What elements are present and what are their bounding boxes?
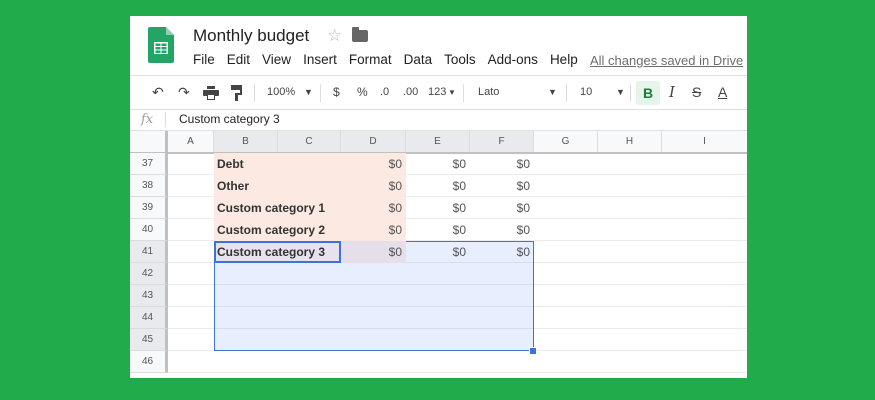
menu-help[interactable]: Help — [550, 52, 578, 67]
more-formats-button[interactable]: 123 — [428, 76, 446, 109]
amount-cell[interactable]: $0 — [406, 175, 470, 197]
text-color-button[interactable]: A — [718, 76, 727, 109]
font-dropdown-icon[interactable]: ▼ — [548, 76, 557, 109]
row-header[interactable]: 37 — [130, 153, 168, 175]
row-header[interactable]: 43 — [130, 285, 168, 307]
increase-decimal-button[interactable]: .00 — [403, 76, 418, 109]
column-header-a[interactable]: A — [168, 131, 214, 152]
active-cell-outline[interactable] — [214, 241, 341, 263]
decrease-decimal-button[interactable]: .0 — [380, 76, 389, 109]
row-header[interactable]: 44 — [130, 307, 168, 329]
amount-cell[interactable]: $0 — [341, 175, 406, 197]
amount-cell[interactable]: $0 — [470, 197, 534, 219]
row-header[interactable]: 46 — [130, 351, 168, 373]
document-title[interactable]: Monthly budget — [193, 26, 309, 46]
category-cell[interactable]: Custom category 2 — [214, 219, 341, 241]
column-header-e[interactable]: E — [406, 131, 470, 152]
sheets-window: Monthly budget ☆ File Edit View Insert F… — [130, 16, 747, 378]
row-header[interactable]: 38 — [130, 175, 168, 197]
column-header-f[interactable]: F — [470, 131, 534, 152]
fill-handle[interactable] — [529, 347, 537, 355]
category-cell[interactable]: Debt — [214, 153, 341, 175]
column-header-i[interactable]: I — [662, 131, 747, 152]
redo-icon[interactable]: ↷ — [178, 76, 190, 109]
folder-icon[interactable] — [352, 27, 368, 42]
amount-cell[interactable]: $0 — [406, 153, 470, 175]
amount-cell[interactable]: $0 — [341, 219, 406, 241]
amount-cell[interactable]: $0 — [341, 241, 406, 263]
amount-cell[interactable]: $0 — [406, 241, 470, 263]
font-family-select[interactable]: Lato — [478, 76, 499, 109]
more-formats-dropdown-icon[interactable]: ▼ — [448, 76, 456, 109]
select-all-corner[interactable] — [130, 131, 168, 152]
row-header[interactable]: 40 — [130, 219, 168, 241]
column-header-h[interactable]: H — [598, 131, 662, 152]
font-size-dropdown-icon[interactable]: ▼ — [616, 76, 625, 109]
column-header-bar: A B C D E F G H I — [130, 131, 747, 154]
cell-grid[interactable]: Debt $0 $0 $0 Other $0 $0 $0 Custom cate… — [168, 153, 747, 378]
menu-edit[interactable]: Edit — [227, 52, 250, 67]
undo-icon[interactable]: ↶ — [152, 76, 164, 109]
menu-bar: File Edit View Insert Format Data Tools … — [193, 52, 590, 67]
menu-file[interactable]: File — [193, 52, 215, 67]
amount-cell[interactable]: $0 — [341, 197, 406, 219]
sheets-logo-icon[interactable] — [148, 27, 174, 63]
formula-bar: fx Custom category 3 — [130, 109, 747, 131]
bold-button[interactable]: B — [636, 81, 660, 105]
menu-addons[interactable]: Add-ons — [488, 52, 538, 67]
amount-cell[interactable]: $0 — [470, 175, 534, 197]
amount-cell[interactable]: $0 — [470, 153, 534, 175]
amount-cell[interactable]: $0 — [406, 219, 470, 241]
paint-format-icon[interactable] — [231, 85, 243, 101]
amount-cell[interactable]: $0 — [341, 153, 406, 175]
percent-format-button[interactable]: % — [357, 76, 368, 109]
column-header-g[interactable]: G — [534, 131, 598, 152]
toolbar: ↶ ↷ 100% ▼ $ % .0 .00 123 ▼ Lato ▼ 10 ▼ … — [130, 75, 747, 110]
category-cell[interactable]: Other — [214, 175, 341, 197]
zoom-dropdown-icon[interactable]: ▼ — [304, 76, 313, 109]
column-header-c[interactable]: C — [278, 131, 341, 152]
amount-cell[interactable]: $0 — [470, 241, 534, 263]
menu-view[interactable]: View — [262, 52, 291, 67]
row-header[interactable]: 39 — [130, 197, 168, 219]
formula-input[interactable]: Custom category 3 — [179, 109, 280, 130]
font-size-select[interactable]: 10 — [580, 76, 592, 109]
star-icon[interactable]: ☆ — [327, 26, 342, 46]
row-header[interactable]: 41 — [130, 241, 168, 263]
save-status-link[interactable]: All changes saved in Drive — [590, 53, 743, 68]
menu-format[interactable]: Format — [349, 52, 392, 67]
menu-data[interactable]: Data — [404, 52, 433, 67]
menu-tools[interactable]: Tools — [444, 52, 476, 67]
row-header[interactable]: 42 — [130, 263, 168, 285]
row-header[interactable]: 45 — [130, 329, 168, 351]
amount-cell[interactable]: $0 — [470, 219, 534, 241]
italic-button[interactable]: I — [669, 76, 675, 109]
fx-icon: fx — [141, 112, 154, 127]
zoom-select[interactable]: 100% — [267, 76, 295, 109]
column-header-d[interactable]: D — [341, 131, 406, 152]
strikethrough-button[interactable]: S — [692, 76, 701, 109]
menu-insert[interactable]: Insert — [303, 52, 337, 67]
amount-cell[interactable]: $0 — [406, 197, 470, 219]
column-header-b[interactable]: B — [214, 131, 278, 152]
print-icon[interactable] — [203, 86, 219, 100]
currency-format-button[interactable]: $ — [333, 76, 340, 109]
category-cell[interactable]: Custom category 1 — [214, 197, 341, 219]
